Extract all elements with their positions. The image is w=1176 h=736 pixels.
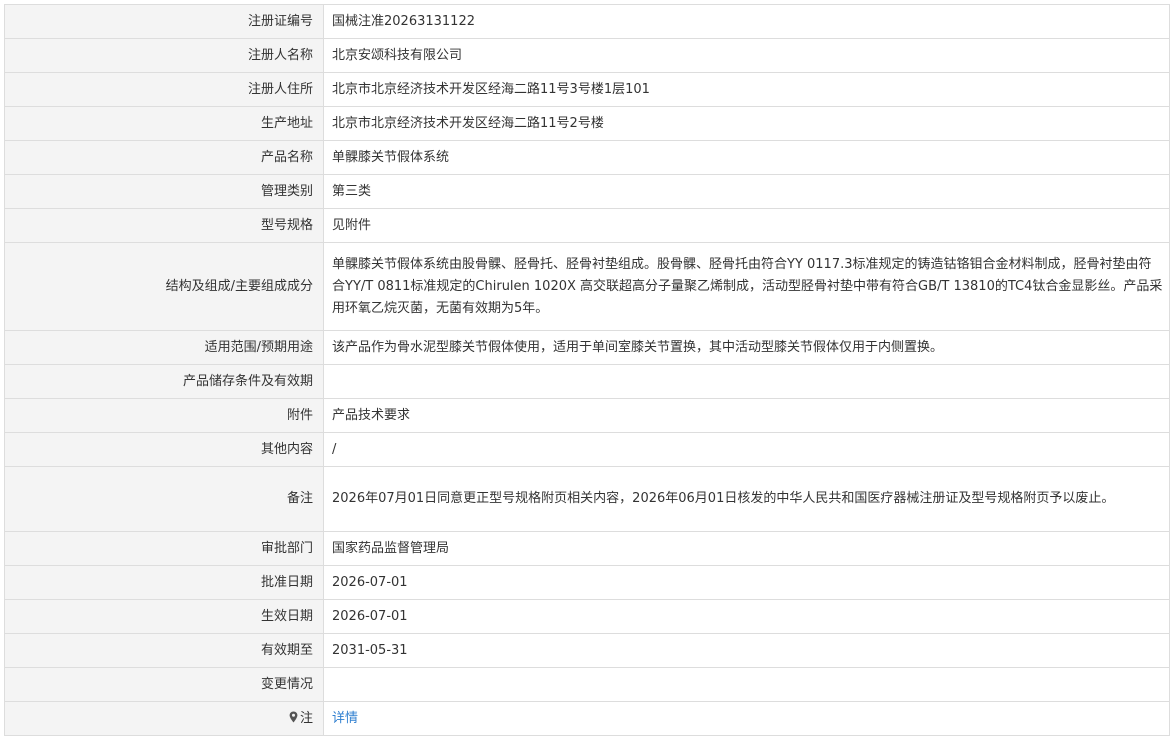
- field-value: 国家药品监督管理局: [323, 531, 1170, 566]
- field-label: 其他内容: [4, 432, 324, 467]
- row-structure-composition: 结构及组成/主要组成成分 单髁膝关节假体系统由股骨髁、胫骨托、胫骨衬垫组成。股骨…: [4, 242, 1170, 331]
- field-value: 单髁膝关节假体系统由股骨髁、胫骨托、胫骨衬垫组成。股骨髁、胫骨托由符合YY 01…: [323, 242, 1170, 331]
- field-label: 审批部门: [4, 531, 324, 566]
- row-approval-department: 审批部门 国家药品监督管理局: [4, 531, 1170, 566]
- field-label: 适用范围/预期用途: [4, 330, 324, 365]
- field-label: 有效期至: [4, 633, 324, 668]
- field-label: 管理类别: [4, 174, 324, 209]
- row-registrant-address: 注册人住所 北京市北京经济技术开发区经海二路11号3号楼1层101: [4, 72, 1170, 107]
- field-label: 生产地址: [4, 106, 324, 141]
- field-label: 注册证编号: [4, 4, 324, 39]
- note-value-cell: 详情: [323, 701, 1170, 736]
- field-label: 生效日期: [4, 599, 324, 634]
- field-value: [323, 364, 1170, 399]
- field-label: 注册人名称: [4, 38, 324, 73]
- field-label: 结构及组成/主要组成成分: [4, 242, 324, 331]
- row-registration-number: 注册证编号 国械注准20263131122: [4, 4, 1170, 39]
- field-value: 产品技术要求: [323, 398, 1170, 433]
- field-label: 注册人住所: [4, 72, 324, 107]
- field-value: 单髁膝关节假体系统: [323, 140, 1170, 175]
- row-change-status: 变更情况: [4, 667, 1170, 702]
- field-value: 2026年07月01日同意更正型号规格附页相关内容，2026年06月01日核发的…: [323, 466, 1170, 532]
- field-value: [323, 667, 1170, 702]
- field-value: 北京安颂科技有限公司: [323, 38, 1170, 73]
- row-intended-use: 适用范围/预期用途 该产品作为骨水泥型膝关节假体使用，适用于单间室膝关节置换，其…: [4, 330, 1170, 365]
- row-production-address: 生产地址 北京市北京经济技术开发区经海二路11号2号楼: [4, 106, 1170, 141]
- row-effective-date: 生效日期 2026-07-01: [4, 599, 1170, 634]
- field-label: 产品储存条件及有效期: [4, 364, 324, 399]
- row-registrant-name: 注册人名称 北京安颂科技有限公司: [4, 38, 1170, 73]
- row-storage-validity: 产品储存条件及有效期: [4, 364, 1170, 399]
- row-remarks: 备注 2026年07月01日同意更正型号规格附页相关内容，2026年06月01日…: [4, 466, 1170, 532]
- row-management-category: 管理类别 第三类: [4, 174, 1170, 209]
- row-note: 注 详情: [4, 701, 1170, 736]
- field-value: 2026-07-01: [323, 565, 1170, 600]
- field-value: 该产品作为骨水泥型膝关节假体使用，适用于单间室膝关节置换，其中活动型膝关节假体仅…: [323, 330, 1170, 365]
- field-value: 国械注准20263131122: [323, 4, 1170, 39]
- row-product-name: 产品名称 单髁膝关节假体系统: [4, 140, 1170, 175]
- field-value: 北京市北京经济技术开发区经海二路11号3号楼1层101: [323, 72, 1170, 107]
- field-value: 2031-05-31: [323, 633, 1170, 668]
- row-other-content: 其他内容 /: [4, 432, 1170, 467]
- field-label: 产品名称: [4, 140, 324, 175]
- field-label: 备注: [4, 466, 324, 532]
- row-valid-until: 有效期至 2031-05-31: [4, 633, 1170, 668]
- field-label: 型号规格: [4, 208, 324, 243]
- field-value: 见附件: [323, 208, 1170, 243]
- field-value: 第三类: [323, 174, 1170, 209]
- field-label: 变更情况: [4, 667, 324, 702]
- registration-info-table: 注册证编号 国械注准20263131122 注册人名称 北京安颂科技有限公司 注…: [4, 4, 1170, 736]
- field-value: /: [323, 432, 1170, 467]
- field-value: 2026-07-01: [323, 599, 1170, 634]
- note-label: 注: [299, 710, 313, 726]
- details-link[interactable]: 详情: [332, 711, 358, 726]
- row-attachment: 附件 产品技术要求: [4, 398, 1170, 433]
- field-label: 附件: [4, 398, 324, 433]
- row-approval-date: 批准日期 2026-07-01: [4, 565, 1170, 600]
- note-label-cell: 注: [4, 701, 324, 736]
- row-model-spec: 型号规格 见附件: [4, 208, 1170, 243]
- field-value: 北京市北京经济技术开发区经海二路11号2号楼: [323, 106, 1170, 141]
- pin-icon: [289, 711, 298, 723]
- field-label: 批准日期: [4, 565, 324, 600]
